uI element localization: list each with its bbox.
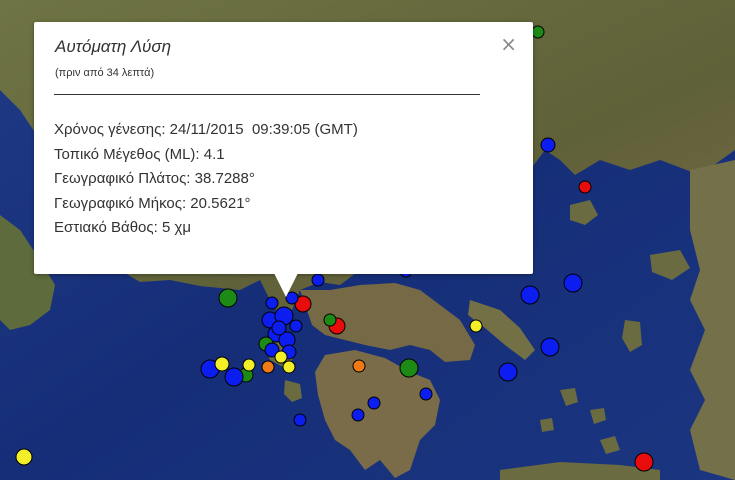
earthquake-marker[interactable] [289,319,303,333]
earthquake-marker[interactable] [352,359,366,373]
earthquake-marker[interactable] [351,408,365,422]
earthquake-marker[interactable] [293,413,307,427]
earthquake-marker[interactable] [282,360,296,374]
earthquake-marker[interactable] [540,337,560,357]
earthquake-marker[interactable] [531,25,545,39]
popup-subtitle: (πριν από 34 λεπτά) [55,67,155,79]
earthquake-marker[interactable] [520,285,540,305]
earthquake-marker[interactable] [367,396,381,410]
earthquake-marker[interactable] [271,320,287,336]
earthquake-marker[interactable] [274,350,288,364]
earthquake-marker[interactable] [265,296,279,310]
earthquake-marker[interactable] [218,288,238,308]
earthquake-marker[interactable] [15,448,33,466]
latitude: Γεωγραφικό Πλάτος: 38.7288° [54,170,255,187]
local-magnitude: Τοπικό Μέγεθος (ML): 4.1 [54,145,225,163]
earthquake-marker[interactable] [563,273,583,293]
earthquake-marker[interactable] [469,319,483,333]
popup-title: Αυτόματη Λύση [55,37,172,56]
divider [54,94,480,95]
earthquake-details: Χρόνος γένεσης: 24/11/2015 09:39:05 (GMT… [54,118,358,241]
focal-depth: Εστιακό Βάθος: 5 χμ [54,219,191,236]
origin-time: Χρόνος γένεσης: 24/11/2015 09:39:05 (GMT… [54,121,358,138]
earthquake-marker[interactable] [399,358,419,378]
info-window: × Αυτόματη Λύση (πριν από 34 λεπτά) Χρόν… [34,22,533,274]
earthquake-marker[interactable] [323,313,337,327]
earthquake-marker[interactable] [224,367,244,387]
longitude: Γεωγραφικό Μήκος: 20.5621° [54,194,251,212]
earthquake-marker[interactable] [540,137,556,153]
earthquake-marker[interactable] [311,273,325,287]
earthquake-marker[interactable] [261,360,275,374]
earthquake-marker[interactable] [634,452,654,472]
earthquake-marker[interactable] [214,356,230,372]
close-icon[interactable]: × [500,34,517,54]
earthquake-marker[interactable] [498,362,518,382]
earthquake-marker[interactable] [242,358,256,372]
info-window-pointer [274,273,298,297]
earthquake-marker[interactable] [419,387,433,401]
earthquake-marker[interactable] [578,180,592,194]
